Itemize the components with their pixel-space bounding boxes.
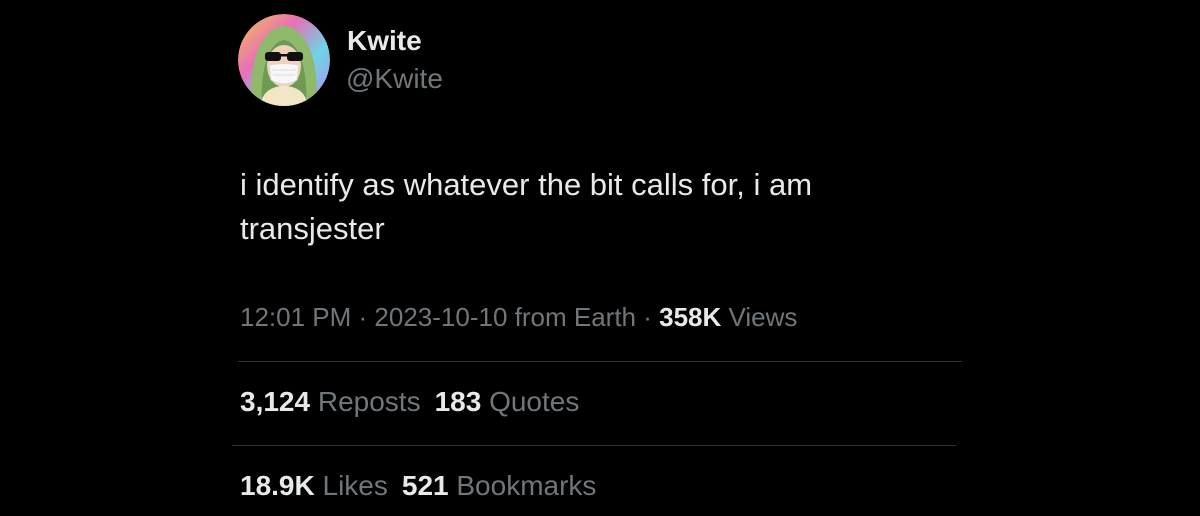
likes-stat[interactable]: 18.9K Likes [240, 470, 388, 502]
bookmarks-stat[interactable]: 521 Bookmarks [402, 470, 597, 502]
engagement-row-1: 3,124 Reposts 183 Quotes [240, 386, 593, 418]
engagement-row-2: 18.9K Likes 521 Bookmarks [240, 470, 610, 502]
bookmarks-label: Bookmarks [456, 470, 597, 501]
views-label: Views [721, 302, 798, 332]
divider [238, 361, 962, 362]
meta-separator: · [351, 302, 375, 332]
reposts-stat[interactable]: 3,124 Reposts [240, 386, 421, 418]
tweet-metadata: 12:01 PM · 2023-10-10 from Earth · 358K … [240, 302, 797, 333]
tweet-text-line-2: transjester [240, 211, 385, 246]
reposts-label: Reposts [317, 386, 421, 417]
divider [232, 445, 956, 446]
tweet-date[interactable]: 2023-10-10 [374, 302, 507, 332]
bookmarks-count: 521 [401, 470, 449, 501]
tweet-location: from Earth [507, 302, 636, 332]
quotes-label: Quotes [489, 386, 580, 417]
author-handle[interactable]: @Kwite [346, 63, 443, 95]
tweet-detail: Kwite @Kwite i identify as whatever the … [0, 0, 1200, 516]
likes-label: Likes [322, 470, 388, 501]
quotes-count: 183 [434, 386, 482, 417]
author-name[interactable]: Kwite [347, 25, 422, 57]
reposts-count: 3,124 [240, 386, 311, 417]
quotes-stat[interactable]: 183 Quotes [435, 386, 580, 418]
tweet-text-line-1: i identify as whatever the bit calls for… [240, 167, 813, 202]
views-count: 358K [659, 302, 722, 332]
avatar-image [238, 14, 330, 106]
meta-separator: · [636, 302, 660, 332]
avatar[interactable] [238, 14, 330, 106]
likes-count: 18.9K [240, 470, 315, 501]
tweet-text: i identify as whatever the bit calls for… [240, 163, 940, 251]
tweet-time[interactable]: 12:01 PM [240, 302, 351, 332]
